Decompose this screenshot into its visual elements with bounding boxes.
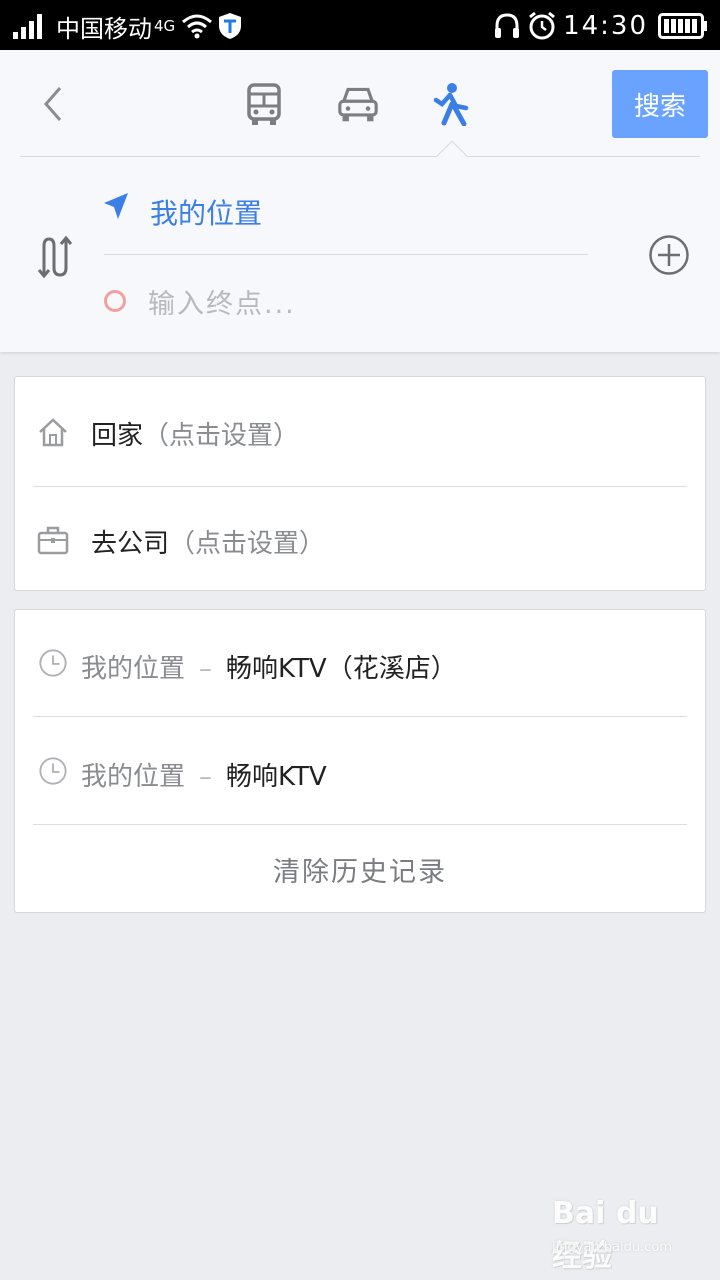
history-item[interactable]: 我的位置 – 畅响KTV: [15, 718, 705, 826]
home-label: 回家: [91, 421, 144, 451]
search-button[interactable]: 搜索: [612, 70, 708, 138]
watermark-url: jingyan.baidu.com: [552, 1240, 672, 1255]
destination-input[interactable]: [148, 284, 588, 324]
watermark: Bai du 经验 jingyan.baidu.com: [552, 1196, 692, 1274]
company-row[interactable]: 去公司（点击设置）: [15, 487, 705, 595]
company-label: 去公司: [91, 529, 170, 559]
history-item[interactable]: 我的位置 – 畅响KTV（花溪店）: [15, 610, 705, 718]
destination-dot-icon: [104, 290, 126, 312]
swap-icon[interactable]: [36, 236, 74, 278]
watermark-brand: Bai du 经验: [552, 1196, 659, 1274]
history-to: 畅响KTV（花溪店）: [226, 654, 457, 684]
shield-icon: [219, 13, 242, 39]
add-waypoint-button[interactable]: [648, 234, 690, 276]
location-arrow-icon: [104, 193, 128, 219]
field-divider: [104, 254, 588, 255]
home-icon: [39, 418, 67, 447]
back-button[interactable]: [36, 84, 72, 124]
alarm-icon: [529, 11, 555, 40]
home-hint: （点击设置）: [143, 421, 300, 451]
clock-icon: [39, 757, 67, 785]
clear-history-button[interactable]: 清除历史记录: [15, 826, 705, 912]
carrier-name: 中国移动: [56, 14, 152, 43]
signal-icon: [13, 14, 42, 39]
divider: [33, 716, 687, 717]
clock: 14:30: [563, 11, 648, 41]
history-from: 我的位置: [81, 762, 186, 792]
wifi-icon: [182, 14, 213, 39]
company-hint: （点击设置）: [169, 529, 326, 559]
history-from: 我的位置: [81, 654, 186, 684]
history-separator: –: [199, 654, 213, 684]
origin-field[interactable]: 我的位置: [150, 192, 262, 232]
car-icon[interactable]: [338, 82, 378, 126]
walk-icon[interactable]: [432, 82, 472, 126]
home-row[interactable]: 回家（点击设置）: [15, 377, 705, 485]
battery-icon: [658, 13, 707, 39]
network-type: 4G: [154, 17, 176, 35]
route-panel: 搜索 我的位置: [0, 50, 720, 352]
tab-divider: [20, 156, 700, 157]
history-separator: –: [199, 762, 213, 792]
favorite-places-card: 回家（点击设置） 去公司（点击设置）: [14, 376, 706, 591]
history-to: 畅响KTV: [226, 762, 327, 792]
status-bar: 中国移动 4G 14:30: [0, 0, 720, 50]
briefcase-icon: [37, 526, 69, 555]
history-card: 我的位置 – 畅响KTV（花溪店） 我的位置 – 畅响KTV 清除历史记录: [14, 609, 706, 913]
selected-tab-indicator: [436, 140, 468, 172]
divider: [33, 824, 687, 825]
clock-icon: [39, 649, 67, 677]
headphones-icon: [495, 13, 520, 38]
bus-icon[interactable]: [244, 82, 284, 126]
